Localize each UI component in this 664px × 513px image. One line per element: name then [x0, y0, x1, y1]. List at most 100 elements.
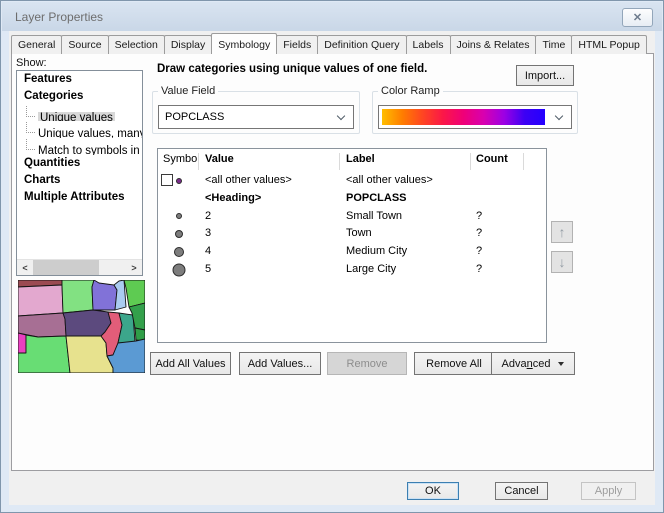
point-symbol-icon [175, 230, 183, 238]
tab-symbology[interactable]: Symbology [211, 33, 277, 54]
symbol-cell[interactable] [158, 243, 200, 261]
header-separator [339, 153, 340, 170]
color-ramp-label: Color Ramp [378, 85, 443, 97]
column-label[interactable]: Label [346, 153, 375, 165]
show-item-label: Unique values [38, 112, 115, 122]
point-symbol-icon [176, 178, 182, 184]
value-cell: 5 [205, 263, 211, 275]
all-other-values-checkbox[interactable] [161, 174, 173, 186]
value-row[interactable]: <Heading> POPCLASS [158, 190, 546, 208]
show-label: Show: [16, 57, 47, 69]
label-cell: Small Town [346, 210, 402, 222]
value-row[interactable]: <all other values> <all other values> [158, 172, 546, 190]
column-symbol[interactable]: Symbol [163, 153, 200, 165]
remove-all-button[interactable]: Remove All [414, 352, 494, 375]
arrow-down-icon: ↓ [559, 254, 566, 270]
window-title: Layer Properties [15, 10, 103, 24]
show-item-charts[interactable]: Charts [17, 173, 142, 189]
show-item-categories[interactable]: Categories [17, 89, 142, 105]
point-symbol-icon [174, 247, 184, 257]
tab-display[interactable]: Display [164, 35, 212, 54]
tab-joins-relates[interactable]: Joins & Relates [450, 35, 537, 54]
scrollbar-thumb[interactable] [33, 260, 99, 275]
show-item-label: Match to symbols in a [38, 145, 142, 155]
tab-definition-query[interactable]: Definition Query [317, 35, 406, 54]
ok-button[interactable]: OK [407, 482, 459, 500]
tree-branch-icon [26, 139, 35, 150]
add-values-button[interactable]: Add Values... [239, 352, 321, 375]
symbology-preview-map [18, 280, 145, 373]
import-button[interactable]: Import... [516, 65, 574, 86]
value-cell: 4 [205, 245, 211, 257]
horizontal-scrollbar[interactable]: < > [17, 259, 142, 275]
show-item-label: Quantities [24, 157, 80, 169]
symbol-cell[interactable] [158, 208, 200, 226]
remove-button[interactable]: Remove [327, 352, 407, 375]
header-separator [523, 153, 524, 170]
label-cell: Town [346, 227, 372, 239]
dropdown-arrow-icon [558, 362, 564, 366]
show-item-label: Multiple Attributes [24, 191, 125, 203]
move-up-button[interactable]: ↑ [551, 221, 573, 243]
tab-html-popup[interactable]: HTML Popup [571, 35, 646, 54]
tab-general[interactable]: General [11, 35, 62, 54]
symbol-cell[interactable] [158, 172, 200, 190]
show-item-multiple-attributes[interactable]: Multiple Attributes [17, 190, 142, 206]
value-row[interactable]: 3 Town? [158, 225, 546, 243]
count-cell: ? [476, 245, 482, 257]
label-cell: <all other values> [346, 174, 433, 186]
count-cell: ? [476, 227, 482, 239]
point-symbol-icon [176, 213, 182, 219]
label-cell: POPCLASS [346, 192, 407, 204]
advanced-button[interactable]: Advanced [491, 352, 575, 375]
column-count[interactable]: Count [476, 153, 508, 165]
value-cell: <all other values> [205, 174, 292, 186]
show-item-quantities[interactable]: Quantities [17, 156, 142, 172]
scroll-left-icon[interactable]: < [17, 260, 33, 276]
cancel-button[interactable]: Cancel [495, 482, 548, 500]
value-cell: 3 [205, 227, 211, 239]
show-item-features[interactable]: Features [17, 72, 142, 88]
arrow-up-icon: ↑ [559, 224, 566, 240]
move-down-button[interactable]: ↓ [551, 251, 573, 273]
count-cell: ? [476, 210, 482, 222]
symbol-cell[interactable] [158, 190, 200, 208]
value-row[interactable]: 5Large City? [158, 261, 546, 279]
value-row[interactable]: 2 Small Town? [158, 208, 546, 226]
unique-values-table: Symbol Value Label Count <all other valu… [157, 148, 547, 343]
header-separator [470, 153, 471, 170]
show-method-list: Features Categories Unique valuesUnique va… [16, 70, 143, 276]
color-ramp-dropdown[interactable] [378, 105, 572, 129]
column-value[interactable]: Value [205, 153, 234, 165]
header-separator [198, 153, 199, 170]
point-symbol-icon [173, 263, 186, 276]
tab-source[interactable]: Source [61, 35, 108, 54]
value-field-value: POPCLASS [165, 111, 224, 123]
add-all-values-button[interactable]: Add All Values [150, 352, 231, 375]
tab-selection[interactable]: Selection [108, 35, 165, 54]
label-cell: Large City [346, 263, 396, 275]
value-field-label: Value Field [158, 85, 218, 97]
show-item-match-to-symbols-in-a[interactable]: Match to symbols in a [17, 139, 142, 155]
layer-properties-dialog: Layer Properties ✕ GeneralSourceSelectio… [0, 0, 664, 513]
scroll-right-icon[interactable]: > [126, 260, 142, 276]
value-cell: <Heading> [205, 192, 261, 204]
tree-branch-icon [26, 122, 35, 133]
show-item-label: Categories [24, 90, 83, 102]
close-button[interactable]: ✕ [622, 8, 653, 27]
tab-time[interactable]: Time [535, 35, 572, 54]
value-field-dropdown[interactable]: POPCLASS [158, 105, 354, 129]
tab-labels[interactable]: Labels [406, 35, 451, 54]
value-row[interactable]: 4Medium City? [158, 243, 546, 261]
show-item-label: Features [24, 73, 72, 85]
tree-branch-icon [26, 106, 35, 117]
symbol-cell[interactable] [158, 261, 200, 279]
show-item-unique-values-many[interactable]: Unique values, many [17, 122, 142, 138]
titlebar[interactable]: Layer Properties ✕ [2, 2, 662, 31]
symbol-cell[interactable] [158, 225, 200, 243]
value-cell: 2 [205, 210, 211, 222]
chevron-down-icon [337, 112, 345, 120]
tab-fields[interactable]: Fields [276, 35, 318, 54]
show-item-unique-values[interactable]: Unique values [17, 106, 142, 122]
apply-button[interactable]: Apply [581, 482, 636, 500]
